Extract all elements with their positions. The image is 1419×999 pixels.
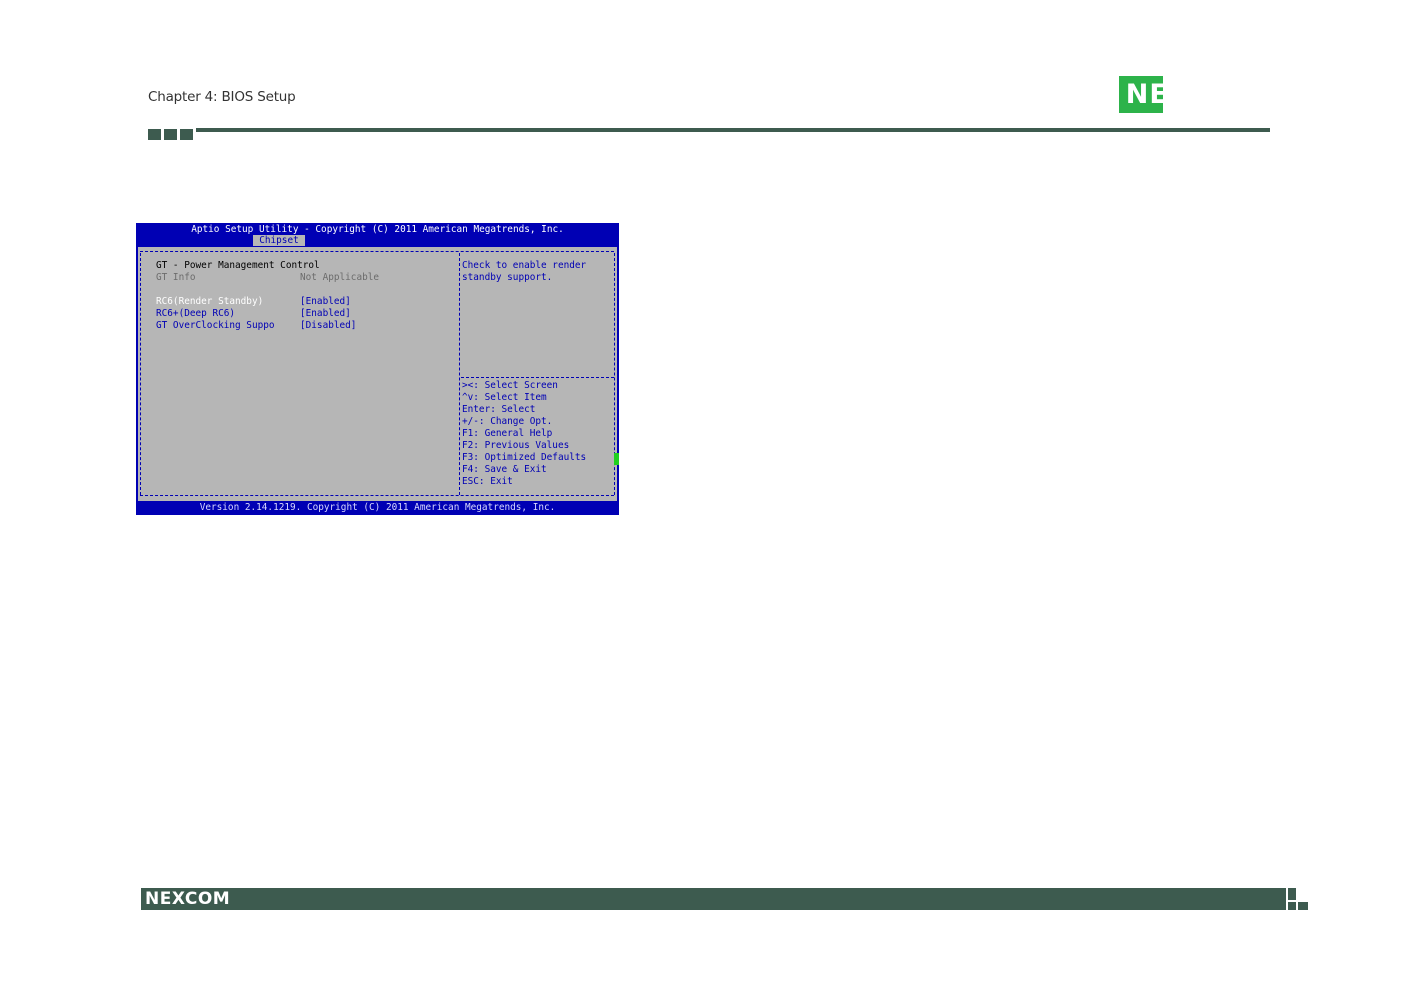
nexcom-logo-text: NEXCOM	[1125, 79, 1263, 110]
option-label-rc6[interactable]: RC6(Render Standby)	[156, 296, 263, 308]
key-help-item: ESC: Exit	[462, 476, 513, 487]
scrollbar-indicator[interactable]	[614, 453, 619, 465]
corner-mark	[1298, 902, 1308, 910]
key-help-item: F1: General Help	[462, 428, 553, 439]
key-help-item: ^v: Select Item	[462, 392, 547, 403]
header-rule	[196, 128, 1270, 132]
header-squares	[148, 129, 193, 140]
frame-bottom	[140, 495, 614, 496]
key-help-item: F4: Save & Exit	[462, 464, 547, 475]
option-value-rc6[interactable]: [Enabled]	[300, 296, 351, 308]
help-text-line: Check to enable render	[462, 260, 587, 271]
option-value-rc6plus[interactable]: [Enabled]	[300, 308, 351, 320]
gt-info-value: Not Applicable	[300, 272, 380, 283]
bios-version-footer: Version 2.14.1219. Copyright (C) 2011 Am…	[199, 502, 556, 513]
option-label-rc6plus[interactable]: RC6+(Deep RC6)	[156, 308, 235, 320]
bios-screen: Aptio Setup Utility - Copyright (C) 2011…	[136, 223, 619, 515]
gt-info-label: GT Info	[156, 272, 196, 283]
help-separator	[461, 377, 614, 378]
key-help-item: Enter: Select	[462, 404, 536, 415]
section-heading: GT - Power Management Control	[156, 260, 320, 271]
nexcom-logo: NEXCOM	[1119, 76, 1269, 113]
footer-bar	[141, 888, 1286, 910]
key-help-item: F3: Optimized Defaults	[462, 452, 587, 463]
frame-divider	[459, 253, 460, 495]
key-help-item: F2: Previous Values	[462, 440, 570, 451]
key-help-item: +/-: Change Opt.	[462, 416, 553, 427]
corner-mark	[1288, 902, 1296, 910]
chapter-title: Chapter 4: BIOS Setup	[148, 89, 296, 105]
footer-nexcom-logo: NEXCOM	[145, 889, 231, 909]
bios-title: Aptio Setup Utility - Copyright (C) 2011…	[191, 224, 564, 235]
key-help-item: ><: Select Screen	[462, 380, 558, 391]
corner-mark	[1288, 888, 1296, 900]
tab-chipset[interactable]: Chipset	[253, 235, 305, 246]
frame-top	[140, 251, 614, 252]
bios-body: GT - Power Management Control GT Info No…	[138, 247, 619, 501]
option-value-gt-overclocking[interactable]: [Disabled]	[300, 320, 356, 332]
frame-left	[140, 253, 141, 495]
option-label-gt-overclocking[interactable]: GT OverClocking Suppo	[156, 320, 275, 332]
help-text-line: standby support.	[462, 272, 553, 283]
